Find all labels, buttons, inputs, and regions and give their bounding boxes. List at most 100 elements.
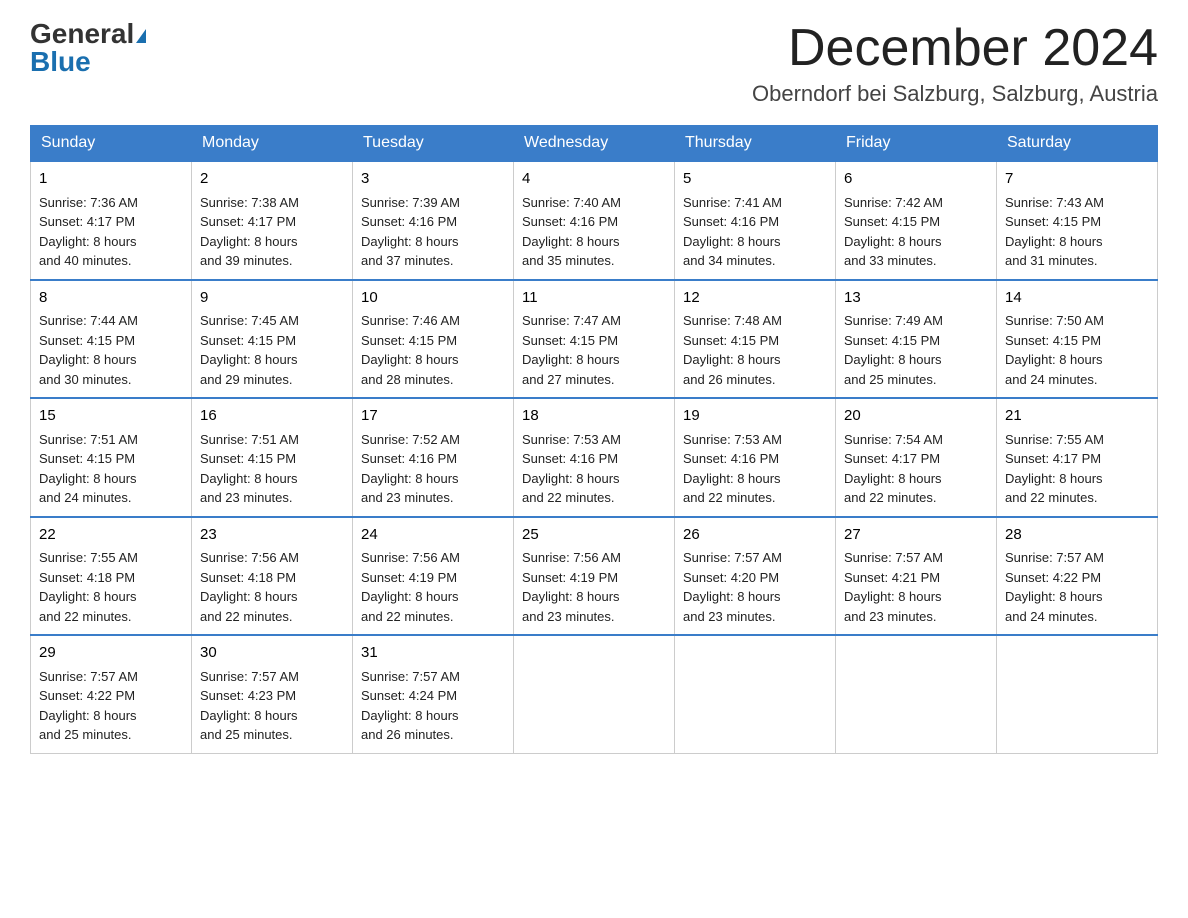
day-info: Sunrise: 7:40 AMSunset: 4:16 PMDaylight:… bbox=[522, 195, 621, 269]
day-info: Sunrise: 7:49 AMSunset: 4:15 PMDaylight:… bbox=[844, 313, 943, 387]
day-info: Sunrise: 7:42 AMSunset: 4:15 PMDaylight:… bbox=[844, 195, 943, 269]
day-info: Sunrise: 7:48 AMSunset: 4:15 PMDaylight:… bbox=[683, 313, 782, 387]
calendar-cell: 7Sunrise: 7:43 AMSunset: 4:15 PMDaylight… bbox=[997, 161, 1158, 280]
calendar-cell bbox=[997, 635, 1158, 753]
calendar-cell: 9Sunrise: 7:45 AMSunset: 4:15 PMDaylight… bbox=[192, 280, 353, 399]
calendar-cell: 19 Sunrise: 7:53 AMSunset: 4:16 PMDayligh… bbox=[675, 398, 836, 517]
calendar-cell: 29 Sunrise: 7:57 AMSunset: 4:22 PMDayligh… bbox=[31, 635, 192, 753]
day-info: Sunrise: 7:57 AMSunset: 4:22 PMDaylight:… bbox=[39, 669, 138, 743]
day-info: Sunrise: 7:57 AMSunset: 4:21 PMDaylight:… bbox=[844, 550, 943, 624]
calendar-cell: 17 Sunrise: 7:52 AMSunset: 4:16 PMDayligh… bbox=[353, 398, 514, 517]
day-number: 10 bbox=[361, 287, 505, 310]
calendar-cell: 18 Sunrise: 7:53 AMSunset: 4:16 PMDayligh… bbox=[514, 398, 675, 517]
logo-line1: General bbox=[30, 20, 146, 48]
day-number: 1 bbox=[39, 168, 183, 191]
day-number: 2 bbox=[200, 168, 344, 191]
weekday-header-friday: Friday bbox=[836, 126, 997, 162]
day-number: 19 bbox=[683, 405, 827, 428]
calendar-week-row: 15 Sunrise: 7:51 AMSunset: 4:15 PMDayligh… bbox=[31, 398, 1158, 517]
calendar-cell: 2 Sunrise: 7:38 AMSunset: 4:17 PMDaylight… bbox=[192, 161, 353, 280]
day-info: Sunrise: 7:36 AMSunset: 4:17 PMDaylight:… bbox=[39, 195, 138, 269]
header: General Blue December 2024 Oberndorf bei… bbox=[30, 20, 1158, 107]
calendar-cell: 12 Sunrise: 7:48 AMSunset: 4:15 PMDayligh… bbox=[675, 280, 836, 399]
day-number: 6 bbox=[844, 168, 988, 191]
calendar-cell: 15 Sunrise: 7:51 AMSunset: 4:15 PMDayligh… bbox=[31, 398, 192, 517]
calendar-cell: 24 Sunrise: 7:56 AMSunset: 4:19 PMDayligh… bbox=[353, 517, 514, 636]
day-number: 12 bbox=[683, 287, 827, 310]
day-number: 20 bbox=[844, 405, 988, 428]
day-number: 16 bbox=[200, 405, 344, 428]
calendar-cell: 20 Sunrise: 7:54 AMSunset: 4:17 PMDayligh… bbox=[836, 398, 997, 517]
day-info: Sunrise: 7:44 AMSunset: 4:15 PMDaylight:… bbox=[39, 313, 138, 387]
day-number: 24 bbox=[361, 524, 505, 547]
day-info: Sunrise: 7:43 AMSunset: 4:15 PMDaylight:… bbox=[1005, 195, 1104, 269]
day-number: 3 bbox=[361, 168, 505, 191]
calendar-header-row: SundayMondayTuesdayWednesdayThursdayFrid… bbox=[31, 126, 1158, 162]
day-info: Sunrise: 7:56 AMSunset: 4:19 PMDaylight:… bbox=[361, 550, 460, 624]
calendar-cell: 16 Sunrise: 7:51 AMSunset: 4:15 PMDayligh… bbox=[192, 398, 353, 517]
day-number: 23 bbox=[200, 524, 344, 547]
calendar-week-row: 29 Sunrise: 7:57 AMSunset: 4:22 PMDayligh… bbox=[31, 635, 1158, 753]
day-number: 31 bbox=[361, 642, 505, 665]
logo-line2: Blue bbox=[30, 46, 91, 78]
logo: General Blue bbox=[30, 20, 146, 78]
day-info: Sunrise: 7:51 AMSunset: 4:15 PMDaylight:… bbox=[39, 432, 138, 506]
day-number: 8 bbox=[39, 287, 183, 310]
day-number: 14 bbox=[1005, 287, 1149, 310]
day-number: 15 bbox=[39, 405, 183, 428]
day-info: Sunrise: 7:57 AMSunset: 4:23 PMDaylight:… bbox=[200, 669, 299, 743]
calendar-cell: 6 Sunrise: 7:42 AMSunset: 4:15 PMDaylight… bbox=[836, 161, 997, 280]
day-info: Sunrise: 7:57 AMSunset: 4:22 PMDaylight:… bbox=[1005, 550, 1104, 624]
day-number: 30 bbox=[200, 642, 344, 665]
day-info: Sunrise: 7:54 AMSunset: 4:17 PMDaylight:… bbox=[844, 432, 943, 506]
calendar-cell: 23 Sunrise: 7:56 AMSunset: 4:18 PMDayligh… bbox=[192, 517, 353, 636]
day-info: Sunrise: 7:52 AMSunset: 4:16 PMDaylight:… bbox=[361, 432, 460, 506]
day-info: Sunrise: 7:46 AMSunset: 4:15 PMDaylight:… bbox=[361, 313, 460, 387]
month-title: December 2024 bbox=[752, 20, 1158, 77]
day-info: Sunrise: 7:57 AMSunset: 4:24 PMDaylight:… bbox=[361, 669, 460, 743]
day-info: Sunrise: 7:45 AMSunset: 4:15 PMDaylight:… bbox=[200, 313, 299, 387]
calendar-cell: 27Sunrise: 7:57 AMSunset: 4:21 PMDayligh… bbox=[836, 517, 997, 636]
calendar-cell: 25 Sunrise: 7:56 AMSunset: 4:19 PMDayligh… bbox=[514, 517, 675, 636]
day-number: 11 bbox=[522, 287, 666, 310]
calendar-cell: 14Sunrise: 7:50 AMSunset: 4:15 PMDayligh… bbox=[997, 280, 1158, 399]
day-number: 17 bbox=[361, 405, 505, 428]
calendar-cell: 5Sunrise: 7:41 AMSunset: 4:16 PMDaylight… bbox=[675, 161, 836, 280]
calendar-cell bbox=[836, 635, 997, 753]
calendar-cell: 28Sunrise: 7:57 AMSunset: 4:22 PMDayligh… bbox=[997, 517, 1158, 636]
day-number: 25 bbox=[522, 524, 666, 547]
day-info: Sunrise: 7:51 AMSunset: 4:15 PMDaylight:… bbox=[200, 432, 299, 506]
day-info: Sunrise: 7:53 AMSunset: 4:16 PMDaylight:… bbox=[522, 432, 621, 506]
calendar-week-row: 22 Sunrise: 7:55 AMSunset: 4:18 PMDayligh… bbox=[31, 517, 1158, 636]
day-number: 29 bbox=[39, 642, 183, 665]
calendar-cell: 22 Sunrise: 7:55 AMSunset: 4:18 PMDayligh… bbox=[31, 517, 192, 636]
day-info: Sunrise: 7:55 AMSunset: 4:17 PMDaylight:… bbox=[1005, 432, 1104, 506]
day-info: Sunrise: 7:56 AMSunset: 4:18 PMDaylight:… bbox=[200, 550, 299, 624]
location-title: Oberndorf bei Salzburg, Salzburg, Austri… bbox=[752, 81, 1158, 107]
calendar-cell: 4 Sunrise: 7:40 AMSunset: 4:16 PMDaylight… bbox=[514, 161, 675, 280]
day-info: Sunrise: 7:47 AMSunset: 4:15 PMDaylight:… bbox=[522, 313, 621, 387]
day-info: Sunrise: 7:53 AMSunset: 4:16 PMDaylight:… bbox=[683, 432, 782, 506]
calendar-cell: 3 Sunrise: 7:39 AMSunset: 4:16 PMDaylight… bbox=[353, 161, 514, 280]
calendar-cell: 11 Sunrise: 7:47 AMSunset: 4:15 PMDayligh… bbox=[514, 280, 675, 399]
calendar-table: SundayMondayTuesdayWednesdayThursdayFrid… bbox=[30, 125, 1158, 754]
day-info: Sunrise: 7:38 AMSunset: 4:17 PMDaylight:… bbox=[200, 195, 299, 269]
calendar-cell: 31 Sunrise: 7:57 AMSunset: 4:24 PMDayligh… bbox=[353, 635, 514, 753]
weekday-header-monday: Monday bbox=[192, 126, 353, 162]
day-number: 26 bbox=[683, 524, 827, 547]
calendar-cell: 30 Sunrise: 7:57 AMSunset: 4:23 PMDayligh… bbox=[192, 635, 353, 753]
day-number: 22 bbox=[39, 524, 183, 547]
day-info: Sunrise: 7:56 AMSunset: 4:19 PMDaylight:… bbox=[522, 550, 621, 624]
day-number: 4 bbox=[522, 168, 666, 191]
day-info: Sunrise: 7:57 AMSunset: 4:20 PMDaylight:… bbox=[683, 550, 782, 624]
day-number: 21 bbox=[1005, 405, 1149, 428]
weekday-header-saturday: Saturday bbox=[997, 126, 1158, 162]
calendar-cell: 1 Sunrise: 7:36 AMSunset: 4:17 PMDaylight… bbox=[31, 161, 192, 280]
title-area: December 2024 Oberndorf bei Salzburg, Sa… bbox=[752, 20, 1158, 107]
calendar-week-row: 1 Sunrise: 7:36 AMSunset: 4:17 PMDaylight… bbox=[31, 161, 1158, 280]
day-info: Sunrise: 7:39 AMSunset: 4:16 PMDaylight:… bbox=[361, 195, 460, 269]
day-number: 18 bbox=[522, 405, 666, 428]
day-info: Sunrise: 7:55 AMSunset: 4:18 PMDaylight:… bbox=[39, 550, 138, 624]
calendar-cell bbox=[514, 635, 675, 753]
logo-triangle-icon bbox=[136, 29, 146, 43]
